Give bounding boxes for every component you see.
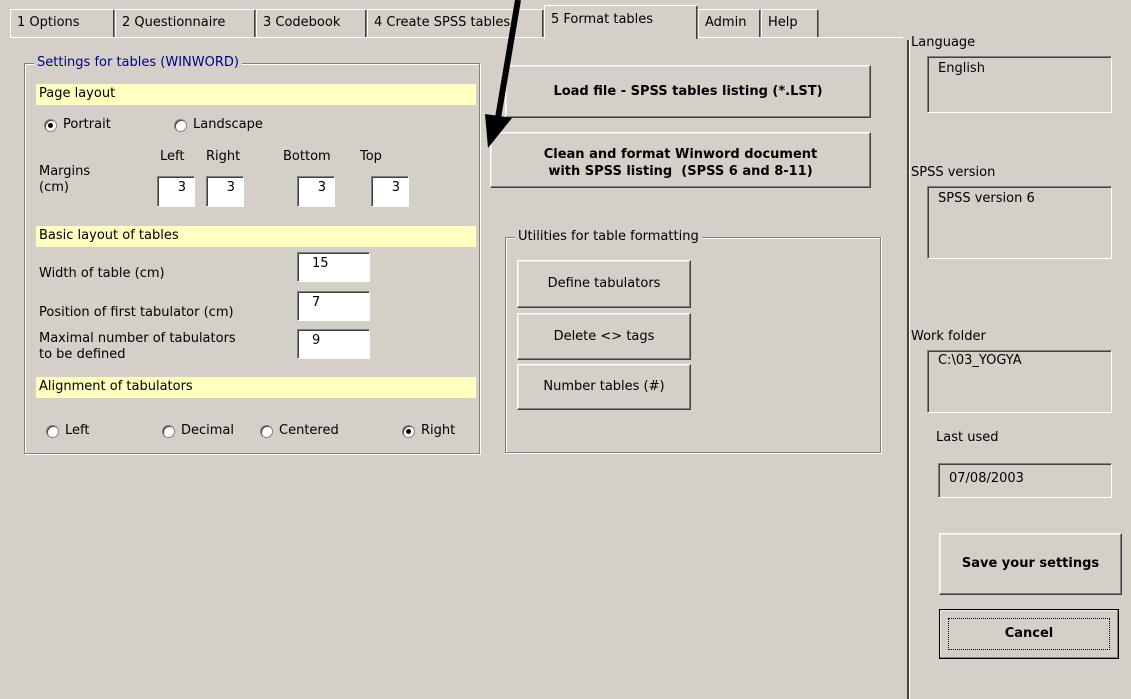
first-tabulator-label: Position of first tabulator (cm) [39, 305, 234, 320]
alignment-header: Alignment of tabulators [36, 377, 476, 398]
align-right-radio[interactable] [402, 425, 415, 438]
basic-layout-header: Basic layout of tables [36, 226, 476, 247]
margin-top-input[interactable]: 3 [371, 176, 409, 207]
align-right-label: Right [421, 423, 456, 438]
work-folder-value[interactable]: C:\03_YOGYA [927, 350, 1112, 413]
number-tables-button[interactable]: Number tables (#) [517, 364, 691, 410]
define-tabulators-button[interactable]: Define tabulators [517, 260, 691, 308]
last-used-value: 07/08/2003 [938, 463, 1112, 498]
cancel-button-label: Cancel [948, 618, 1110, 650]
tab-label: Admin [705, 15, 747, 30]
table-width-label: Width of table (cm) [39, 266, 165, 281]
tab-label: Help [768, 15, 798, 30]
tab-label: 3 Codebook [263, 15, 341, 30]
settings-group-title: Settings for tables (WINWORD) [34, 55, 242, 70]
first-tabulator-input[interactable]: 7 [297, 291, 370, 321]
save-settings-button[interactable]: Save your settings [939, 533, 1122, 595]
margin-right-input[interactable]: 3 [206, 176, 244, 207]
landscape-label: Landscape [193, 117, 263, 132]
last-used-label: Last used [936, 430, 999, 445]
language-label: Language [911, 35, 976, 50]
align-decimal-radio[interactable] [162, 425, 175, 438]
cancel-button[interactable]: Cancel [939, 609, 1119, 659]
tab-panel-edge [10, 37, 903, 39]
work-folder-label: Work folder [911, 329, 986, 344]
load-file-button[interactable]: Load file - SPSS tables listing (*.LST) [505, 65, 871, 118]
tab-questionnaire[interactable]: 2 Questionnaire [115, 9, 256, 37]
tab-label: 1 Options [17, 15, 80, 30]
max-tabulators-label: Maximal number of tabulators to be defin… [39, 331, 236, 362]
align-decimal-label: Decimal [181, 423, 235, 438]
arrow-icon [485, 0, 521, 148]
tab-codebook[interactable]: 3 Codebook [256, 9, 367, 37]
language-value[interactable]: English [927, 56, 1112, 113]
page-layout-header: Page layout [36, 84, 476, 105]
tab-label: 2 Questionnaire [122, 15, 226, 30]
landscape-radio[interactable] [174, 119, 187, 132]
margin-bottom-label: Bottom [283, 149, 331, 164]
margin-left-label: Left [160, 149, 185, 164]
margin-right-label: Right [206, 149, 241, 164]
margin-top-label: Top [360, 149, 382, 164]
spss-version-label: SPSS version [911, 165, 996, 180]
tab-label: 5 Format tables [551, 12, 654, 27]
table-width-input[interactable]: 15 [297, 252, 370, 282]
align-centered-label: Centered [279, 423, 339, 438]
tab-options[interactable]: 1 Options [10, 9, 115, 37]
tab-help[interactable]: Help [761, 9, 819, 37]
tab-admin[interactable]: Admin [698, 9, 761, 37]
portrait-radio[interactable] [44, 119, 57, 132]
margin-left-input[interactable]: 3 [157, 176, 195, 207]
vertical-separator [907, 40, 910, 699]
align-centered-radio[interactable] [260, 425, 273, 438]
align-left-label: Left [65, 423, 90, 438]
utilities-group-title: Utilities for table formatting [515, 229, 702, 244]
tab-format-tables[interactable]: 5 Format tables [544, 5, 698, 39]
max-tabulators-input[interactable]: 9 [297, 329, 370, 359]
margins-label: Margins (cm) [39, 164, 91, 195]
align-left-radio[interactable] [46, 425, 59, 438]
delete-tags-button[interactable]: Delete <> tags [517, 313, 691, 360]
portrait-label: Portrait [63, 117, 111, 132]
margin-bottom-input[interactable]: 3 [297, 176, 335, 207]
spss-version-value[interactable]: SPSS version 6 [927, 186, 1112, 259]
